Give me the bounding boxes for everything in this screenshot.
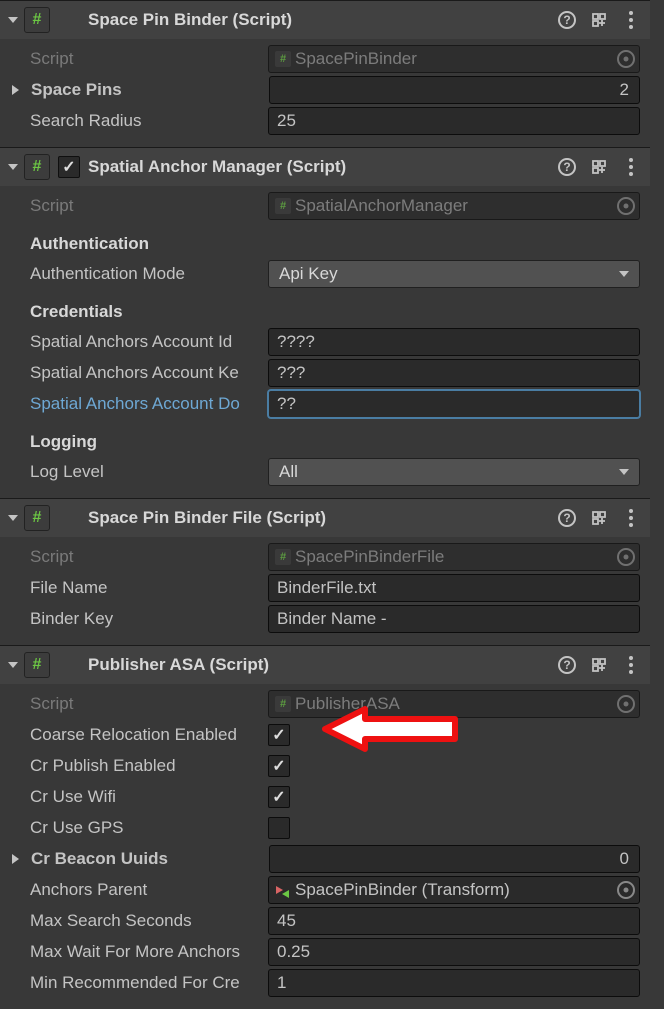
component-header[interactable]: # Space Pin Binder (Script) ? — [0, 1, 650, 39]
cr-publish-label: Cr Publish Enabled — [10, 756, 268, 776]
logging-heading: Logging — [10, 420, 640, 456]
anchors-parent-label: Anchors Parent — [10, 880, 268, 900]
script-label: Script — [10, 196, 268, 216]
script-icon: # — [24, 505, 50, 531]
component-publisher-asa: # Publisher ASA (Script) ? Script # Publ… — [0, 645, 650, 1009]
search-radius-label: Search Radius — [10, 111, 268, 131]
component-title: Publisher ASA (Script) — [88, 655, 558, 675]
component-title: Space Pin Binder (Script) — [88, 10, 558, 30]
file-name-label: File Name — [10, 578, 268, 598]
max-wait-field[interactable] — [268, 938, 640, 966]
foldout-icon[interactable] — [12, 854, 19, 864]
cr-beacon-label: Cr Beacon Uuids — [25, 849, 269, 869]
help-icon[interactable]: ? — [558, 11, 576, 29]
cr-gps-checkbox[interactable] — [268, 817, 290, 839]
kebab-icon[interactable] — [622, 158, 640, 176]
kebab-icon[interactable] — [622, 656, 640, 674]
binder-key-field[interactable] — [268, 605, 640, 633]
cr-wifi-checkbox[interactable] — [268, 786, 290, 808]
script-icon: # — [24, 154, 50, 180]
component-space-pin-binder: # Space Pin Binder (Script) ? Script # S… — [0, 0, 650, 147]
space-pins-count-field[interactable] — [269, 76, 640, 104]
script-field[interactable]: # SpacePinBinder — [268, 45, 640, 73]
account-key-label: Spatial Anchors Account Ke — [10, 363, 268, 383]
account-domain-field[interactable] — [268, 390, 640, 418]
inspector-panel: # Space Pin Binder (Script) ? Script # S… — [0, 0, 650, 1009]
transform-icon — [275, 882, 291, 898]
binder-key-label: Binder Key — [10, 609, 268, 629]
kebab-icon[interactable] — [622, 509, 640, 527]
file-name-field[interactable] — [268, 574, 640, 602]
authentication-heading: Authentication — [10, 222, 640, 258]
component-header[interactable]: # Publisher ASA (Script) ? — [0, 646, 650, 684]
help-icon[interactable]: ? — [558, 158, 576, 176]
preset-icon[interactable] — [590, 158, 608, 176]
script-label: Script — [10, 694, 268, 714]
preset-icon[interactable] — [590, 509, 608, 527]
foldout-icon[interactable] — [8, 662, 18, 668]
cr-publish-checkbox[interactable] — [268, 755, 290, 777]
auth-mode-dropdown[interactable]: Api Key — [268, 260, 640, 288]
help-icon[interactable]: ? — [558, 509, 576, 527]
component-header[interactable]: # Spatial Anchor Manager (Script) ? — [0, 148, 650, 186]
cr-wifi-label: Cr Use Wifi — [10, 787, 268, 807]
chevron-down-icon — [619, 469, 629, 475]
foldout-icon[interactable] — [8, 164, 18, 170]
help-icon[interactable]: ? — [558, 656, 576, 674]
auth-mode-label: Authentication Mode — [10, 264, 268, 284]
cr-beacon-count-field[interactable] — [269, 845, 640, 873]
script-label: Script — [10, 49, 268, 69]
foldout-icon[interactable] — [8, 17, 18, 23]
object-picker-icon[interactable] — [617, 50, 635, 68]
foldout-icon[interactable] — [12, 85, 19, 95]
space-pins-label: Space Pins — [25, 80, 269, 100]
component-title: Space Pin Binder File (Script) — [88, 508, 558, 528]
component-enable-checkbox[interactable] — [58, 156, 80, 178]
preset-icon[interactable] — [590, 656, 608, 674]
component-title: Spatial Anchor Manager (Script) — [88, 157, 558, 177]
log-level-label: Log Level — [10, 462, 268, 482]
component-space-pin-binder-file: # Space Pin Binder File (Script) ? Scrip… — [0, 498, 650, 645]
max-wait-label: Max Wait For More Anchors — [10, 942, 268, 962]
script-icon: # — [24, 652, 50, 678]
component-spatial-anchor-manager: # Spatial Anchor Manager (Script) ? Scri… — [0, 147, 650, 498]
account-id-label: Spatial Anchors Account Id — [10, 332, 268, 352]
script-field[interactable]: # PublisherASA — [268, 690, 640, 718]
chevron-down-icon — [619, 271, 629, 277]
search-radius-field[interactable] — [268, 107, 640, 135]
object-picker-icon[interactable] — [617, 197, 635, 215]
max-search-label: Max Search Seconds — [10, 911, 268, 931]
component-header[interactable]: # Space Pin Binder File (Script) ? — [0, 499, 650, 537]
coarse-relocation-label: Coarse Relocation Enabled — [10, 725, 268, 745]
anchors-parent-field[interactable]: SpacePinBinder (Transform) — [268, 876, 640, 904]
log-level-dropdown[interactable]: All — [268, 458, 640, 486]
script-label: Script — [10, 547, 268, 567]
account-domain-label: Spatial Anchors Account Do — [10, 394, 268, 414]
credentials-heading: Credentials — [10, 290, 640, 326]
coarse-relocation-checkbox[interactable] — [268, 724, 290, 746]
min-recommended-field[interactable] — [268, 969, 640, 997]
object-picker-icon[interactable] — [617, 881, 635, 899]
object-picker-icon[interactable] — [617, 548, 635, 566]
max-search-field[interactable] — [268, 907, 640, 935]
kebab-icon[interactable] — [622, 11, 640, 29]
foldout-icon[interactable] — [8, 515, 18, 521]
cr-gps-label: Cr Use GPS — [10, 818, 268, 838]
script-field[interactable]: # SpacePinBinderFile — [268, 543, 640, 571]
account-id-field[interactable] — [268, 328, 640, 356]
object-picker-icon[interactable] — [617, 695, 635, 713]
script-icon: # — [24, 7, 50, 33]
account-key-field[interactable] — [268, 359, 640, 387]
min-recommended-label: Min Recommended For Cre — [10, 973, 268, 993]
script-field[interactable]: # SpatialAnchorManager — [268, 192, 640, 220]
preset-icon[interactable] — [590, 11, 608, 29]
